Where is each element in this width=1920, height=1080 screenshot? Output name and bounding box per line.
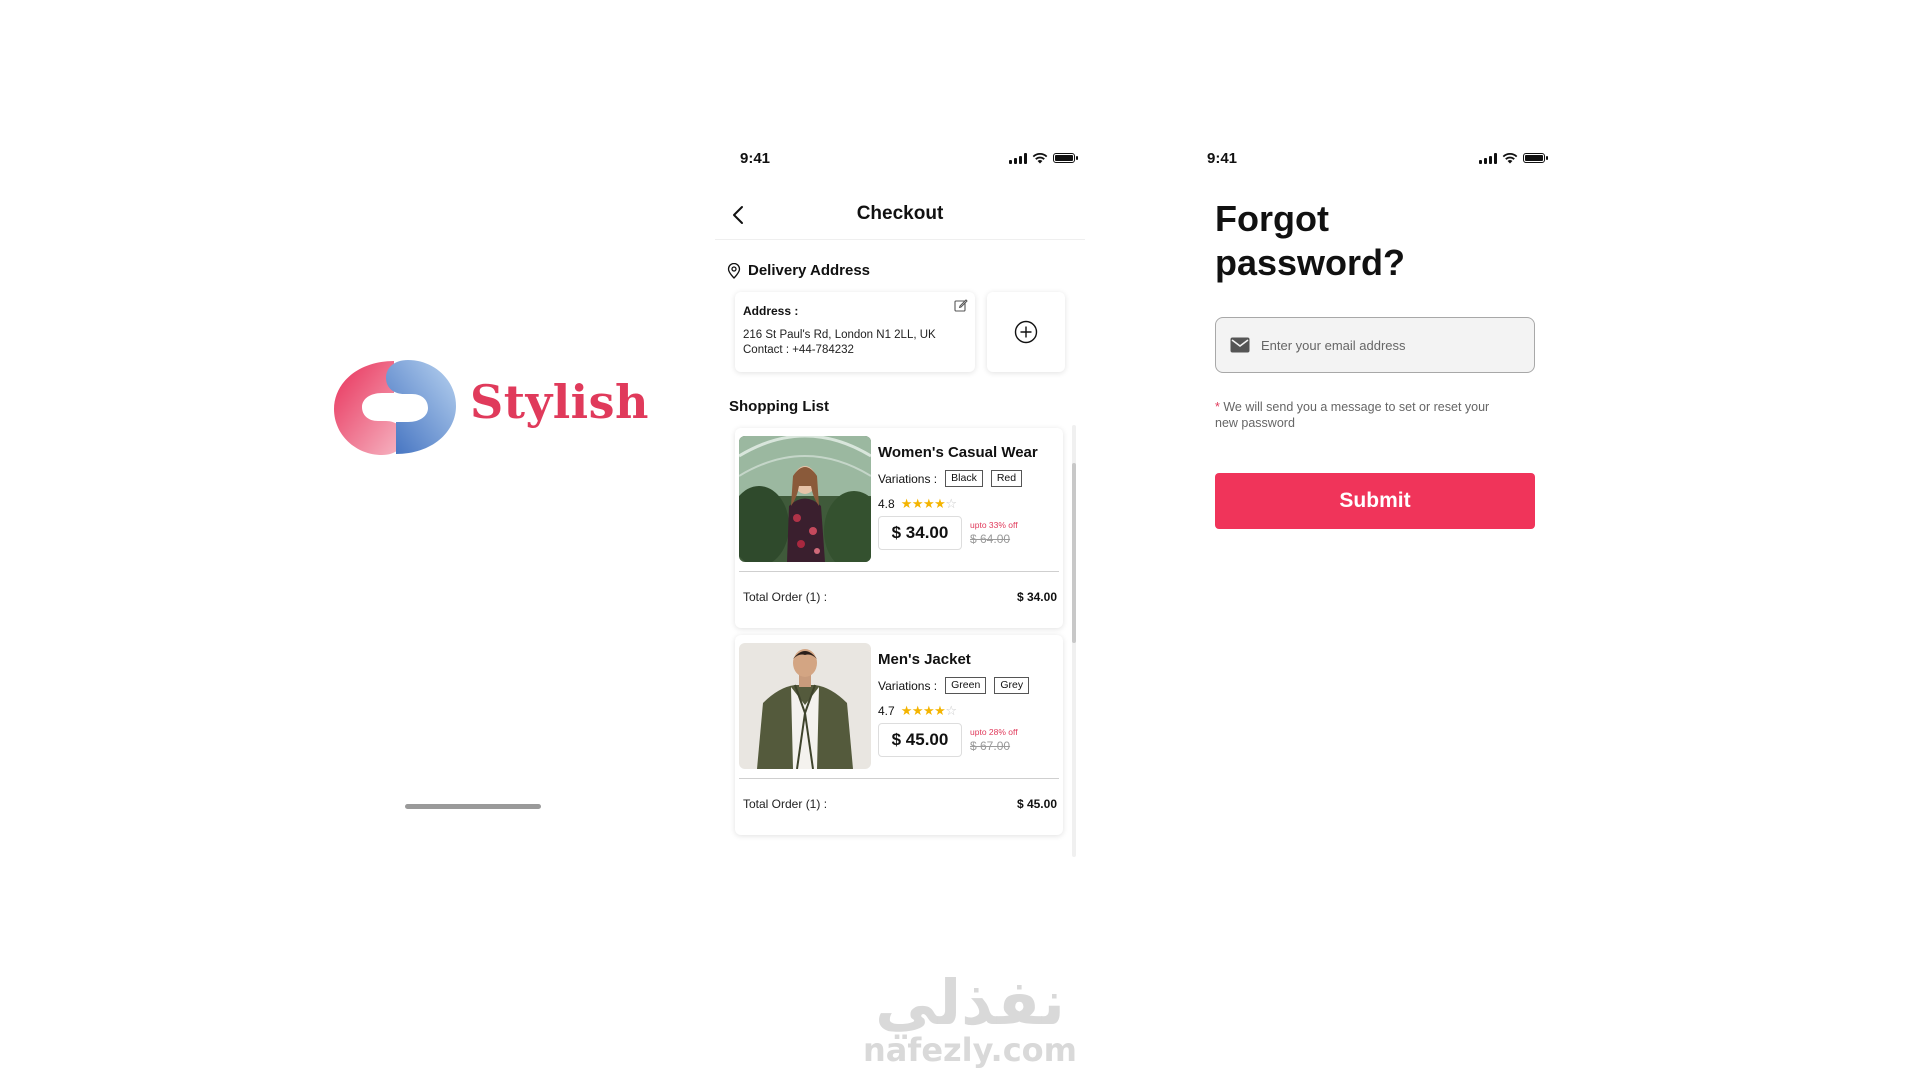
product-image-womens-casual-wear xyxy=(739,436,871,562)
helper-text: We will send you a message to set or res… xyxy=(1215,400,1490,430)
star-rating-icon: ★★★★☆ xyxy=(900,703,957,718)
rating-value: 4.7 xyxy=(878,704,895,718)
variation-chip[interactable]: Grey xyxy=(994,677,1030,694)
scrollbar[interactable] xyxy=(1072,425,1076,857)
discount-note: upto 33% off xyxy=(970,520,1018,530)
product-card[interactable]: Men's Jacket Variations : Green Grey 4.7… xyxy=(735,635,1063,835)
page-title: Forgot password? xyxy=(1215,197,1535,285)
total-order-value: $ 45.00 xyxy=(1016,797,1057,811)
variations-label: Variations : xyxy=(878,471,938,486)
address-card[interactable]: Address : 216 St Paul's Rd, London N1 2L… xyxy=(735,292,975,372)
status-time: 9:41 xyxy=(1207,149,1238,167)
star-rating-icon: ★★★★☆ xyxy=(900,496,957,511)
product-name: Men's Jacket xyxy=(878,651,971,668)
order-total-row: Total Order (1) : $ 34.00 xyxy=(743,590,1057,604)
status-icons xyxy=(1009,152,1078,164)
product-card[interactable]: Women's Casual Wear Variations : Black R… xyxy=(735,428,1063,628)
page-title: Checkout xyxy=(856,203,944,224)
wifi-icon xyxy=(1032,152,1048,164)
variation-chip[interactable]: Red xyxy=(990,470,1023,487)
signal-icon xyxy=(1009,152,1027,164)
battery-icon xyxy=(1523,153,1548,163)
product-rating: 4.7 ★★★★☆ xyxy=(878,703,957,719)
add-address-button[interactable] xyxy=(987,292,1065,372)
signal-icon xyxy=(1479,152,1497,164)
old-price: $ 67.00 xyxy=(970,739,1011,753)
address-contact: Contact : +44-784232 xyxy=(743,344,854,356)
product-rating: 4.8 ★★★★☆ xyxy=(878,496,957,512)
status-bar: 9:41 xyxy=(740,148,1078,168)
watermark-latin: nafezly.com xyxy=(863,1031,1077,1069)
product-image-mens-jacket xyxy=(739,643,871,769)
product-variations: Variations : Green Grey xyxy=(878,677,1030,694)
address-label: Address : xyxy=(743,304,799,318)
status-time: 9:41 xyxy=(740,149,771,167)
variation-chip[interactable]: Black xyxy=(945,470,983,487)
mail-icon xyxy=(1230,337,1250,353)
address-line: 216 St Paul's Rd, London N1 2LL, UK xyxy=(743,329,936,341)
shopping-list-title: Shopping List xyxy=(729,398,829,415)
email-input[interactable] xyxy=(1261,337,1521,353)
splash-screen: Stylish xyxy=(300,330,649,490)
discount-info: upto 28% off $ 67.00 xyxy=(970,727,1018,753)
edit-icon[interactable] xyxy=(954,298,968,312)
location-pin-icon xyxy=(727,262,741,279)
brand-name: Stylish xyxy=(470,375,649,429)
watermark-arabic: نفذلي xyxy=(875,966,1065,1039)
product-price: $ 45.00 xyxy=(878,723,962,757)
order-total-row: Total Order (1) : $ 45.00 xyxy=(743,797,1057,811)
battery-icon xyxy=(1053,153,1078,163)
total-order-value: $ 34.00 xyxy=(1016,590,1057,604)
variations-label: Variations : xyxy=(878,678,938,693)
discount-info: upto 33% off $ 64.00 xyxy=(970,520,1018,546)
watermark: نفذلي nafezly.com xyxy=(860,966,1080,1069)
submit-button[interactable]: Submit xyxy=(1215,473,1535,529)
divider xyxy=(739,571,1059,572)
total-order-label: Total Order (1) : xyxy=(743,590,828,604)
discount-note: upto 28% off xyxy=(970,727,1018,737)
status-bar: 9:41 xyxy=(1207,148,1548,168)
checkout-screen: 9:41 Checkout Delivery Address Address :… xyxy=(715,140,1085,860)
delivery-title: Delivery Address xyxy=(748,262,871,279)
title-line-2: password? xyxy=(1215,242,1406,283)
product-price: $ 34.00 xyxy=(878,516,962,550)
title-line-1: Forgot xyxy=(1215,198,1329,239)
email-field[interactable] xyxy=(1215,317,1535,373)
variation-chip[interactable]: Green xyxy=(945,677,987,694)
home-indicator xyxy=(405,804,541,809)
old-price: $ 64.00 xyxy=(970,532,1011,546)
logo-mark xyxy=(334,360,456,455)
forgot-password-screen: 9:41 Forgot password? * We will send you… xyxy=(1195,140,1565,860)
rating-value: 4.8 xyxy=(878,497,895,511)
scrollbar-thumb[interactable] xyxy=(1072,463,1076,643)
product-variations: Variations : Black Red xyxy=(878,470,1023,487)
delivery-address-heading: Delivery Address xyxy=(727,262,870,279)
wifi-icon xyxy=(1502,152,1518,164)
total-order-label: Total Order (1) : xyxy=(743,797,828,811)
product-name: Women's Casual Wear xyxy=(878,444,1038,461)
divider xyxy=(739,778,1059,779)
plus-circle-icon xyxy=(1014,320,1038,344)
helper-note: * We will send you a message to set or r… xyxy=(1215,399,1515,431)
checkout-header: Checkout xyxy=(715,195,1085,240)
status-icons xyxy=(1479,152,1548,164)
